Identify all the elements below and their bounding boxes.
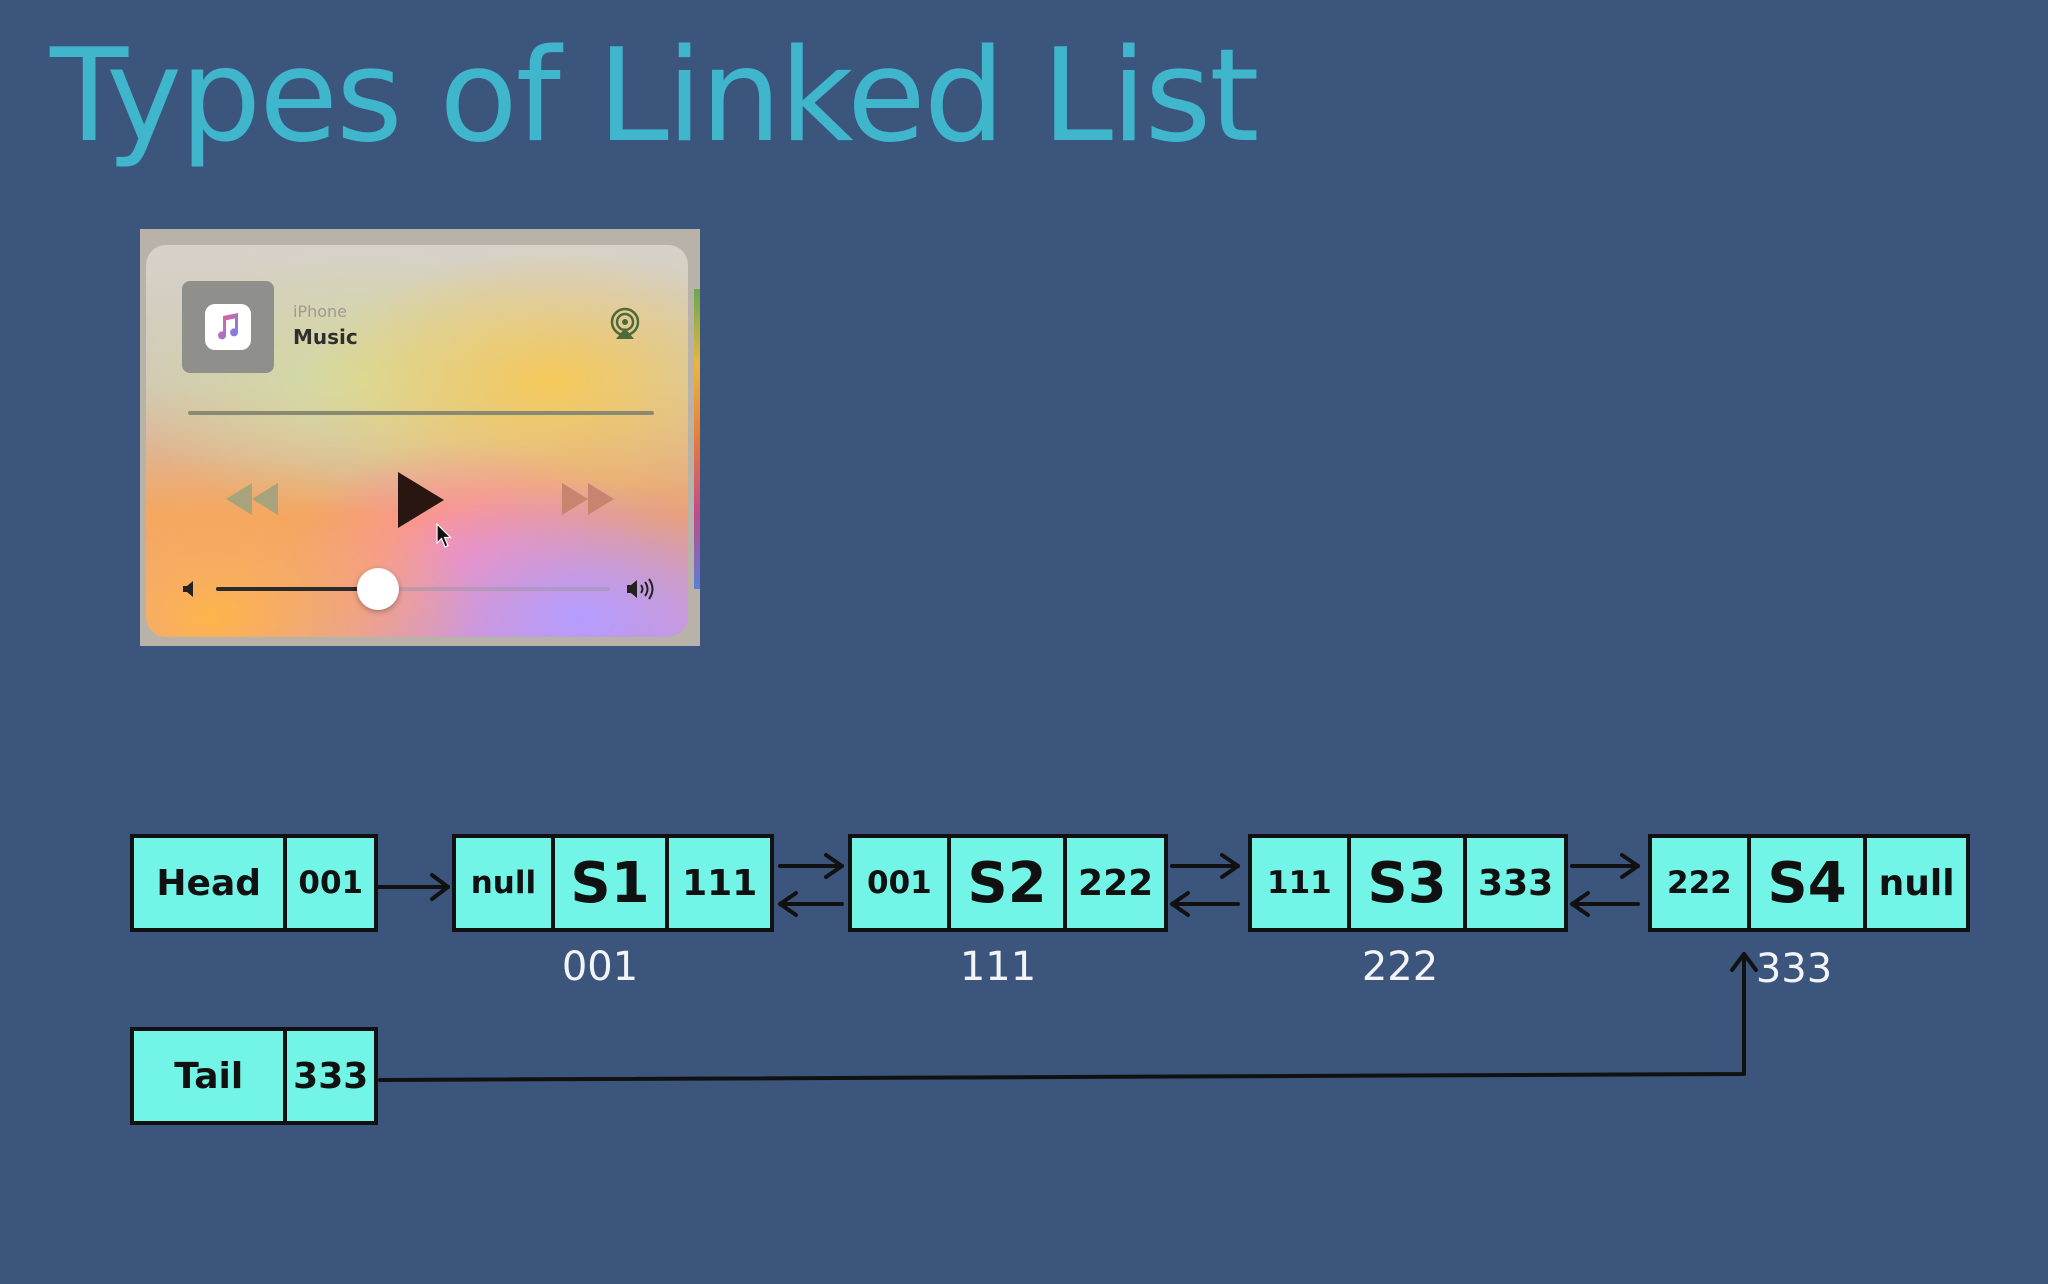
tail-to-s4-arrow (378, 952, 1758, 1082)
s3-s4-next-arrow (1570, 853, 1640, 879)
s4-s3-prev-arrow (1570, 891, 1640, 917)
head-to-s1-arrow (376, 873, 450, 901)
s2-s3-next-arrow (1170, 853, 1240, 879)
s3-s2-prev-arrow (1170, 891, 1240, 917)
pointer-arrows (376, 853, 1758, 1082)
doubly-linked-list-diagram: Head 001 Tail 333 null S1 111 001 001 S2… (0, 0, 2048, 1284)
s1-s2-next-arrow (778, 853, 844, 879)
s2-s1-prev-arrow (778, 891, 844, 917)
